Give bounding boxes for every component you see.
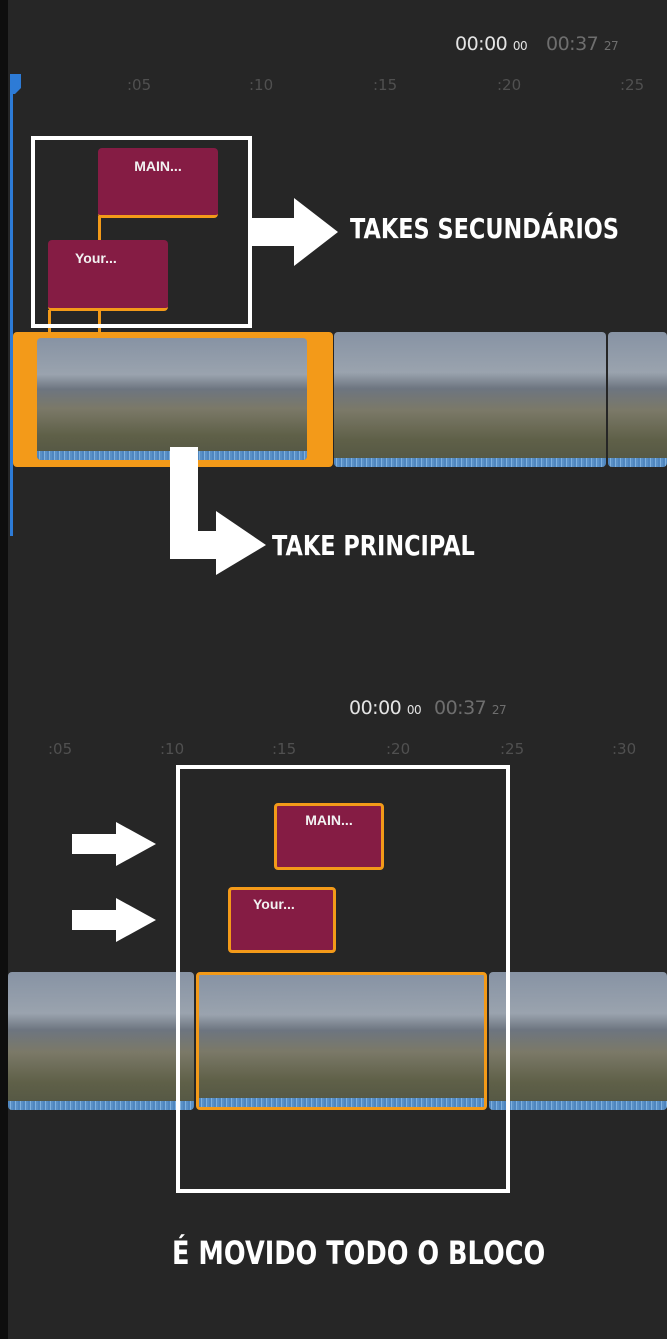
ruler-tick: :05 [48,740,73,758]
primary-clip[interactable] [334,332,606,467]
playhead-line[interactable] [10,76,13,536]
duration-frames: 27 [491,703,507,717]
ruler-tick: :20 [497,76,522,94]
current-timecode: 00:00 00 [349,697,422,719]
current-frames: 00 [512,39,528,53]
duration-frames: 27 [603,39,619,53]
current-timecode: 00:00 00 [455,33,528,55]
highlight-box-secondary [31,136,252,328]
audio-waveform [334,458,606,467]
current-time: 00:00 [455,33,508,55]
label-primary-take: TAKE PRINCIPAL [272,529,475,562]
arrow-right-icon [72,822,156,866]
ruler-tick: :10 [249,76,274,94]
elbow-arrow-icon [170,447,266,575]
label-block-moved: É MOVIDO TODO O BLOCO [172,1234,546,1272]
audio-waveform [8,1101,194,1110]
ruler-tick: :25 [620,76,645,94]
ruler-tick: :15 [373,76,398,94]
label-secondary-takes: TAKES SECUNDÁRIOS [350,212,619,245]
ruler-tick: :20 [386,740,411,758]
arrow-right-icon [72,898,156,942]
highlight-box-block [176,765,510,1193]
arrow-right-icon [248,198,338,266]
primary-clip[interactable] [8,972,194,1110]
ruler-tick: :15 [272,740,297,758]
ruler-tick: :05 [127,76,152,94]
ruler-tick: :25 [500,740,525,758]
duration-time: 00:37 [546,33,599,55]
current-frames: 00 [406,703,422,717]
ruler-tick: :30 [612,740,637,758]
duration-time: 00:37 [434,697,487,719]
primary-clip[interactable] [489,972,667,1110]
video-thumbnail [37,338,307,460]
duration-timecode: 00:37 27 [546,33,619,55]
audio-waveform [489,1101,667,1110]
current-time: 00:00 [349,697,402,719]
primary-clip[interactable] [608,332,667,467]
audio-waveform [608,458,667,467]
playhead-handle[interactable] [9,74,25,96]
ruler-tick: :10 [160,740,185,758]
duration-timecode: 00:37 27 [434,697,507,719]
